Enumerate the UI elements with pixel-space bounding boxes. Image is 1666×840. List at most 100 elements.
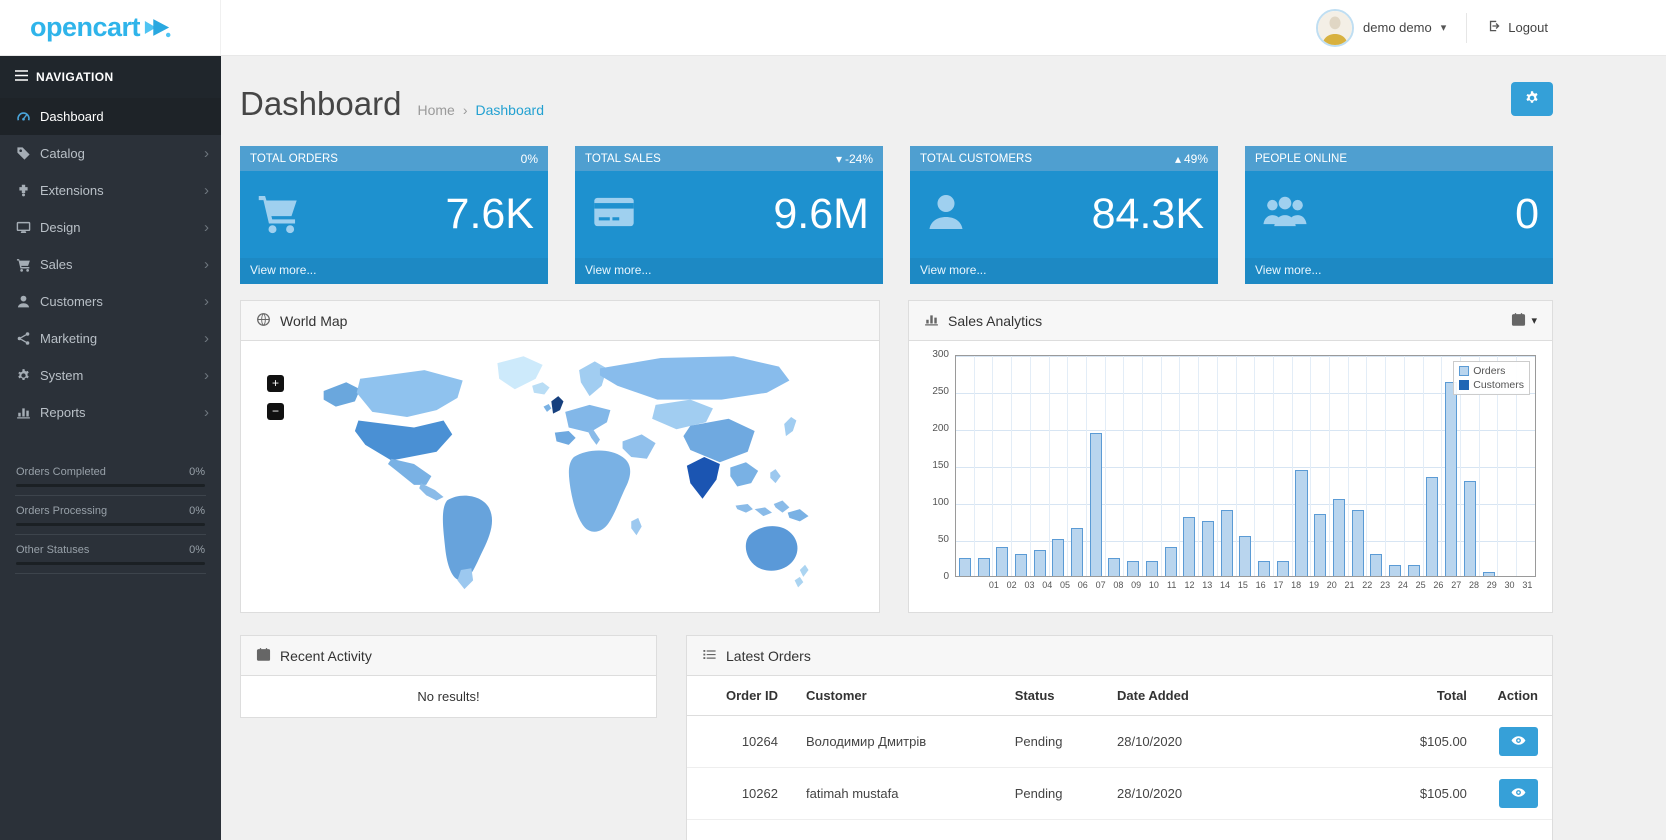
logo[interactable]: opencart	[0, 0, 221, 55]
view-more-link[interactable]: View more...	[910, 258, 1218, 284]
sidebar-item-design[interactable]: Design ›	[0, 209, 221, 246]
chart-day-slot	[1330, 356, 1349, 576]
calendar-icon	[256, 647, 271, 665]
sidebar-item-sales[interactable]: Sales ›	[0, 246, 221, 283]
list-icon	[702, 647, 717, 665]
sidebar-item-dashboard[interactable]: Dashboard	[0, 98, 221, 135]
chart-day-slot	[1162, 356, 1181, 576]
sidebar-item-label: Design	[40, 220, 80, 235]
x-tick-label: 19	[1305, 580, 1323, 590]
date-range-button[interactable]: ▾	[1511, 312, 1537, 330]
stat-label: Orders Processing	[16, 505, 107, 517]
shopping-cart-icon	[15, 257, 31, 272]
breadcrumb-home[interactable]: Home	[417, 102, 454, 118]
x-tick-label: 18	[1287, 580, 1305, 590]
tile-delta: 0%	[521, 152, 538, 166]
sidebar-item-label: Catalog	[40, 146, 85, 161]
x-tick-label: 24	[1394, 580, 1412, 590]
user-name: demo demo	[1363, 20, 1432, 35]
table-row: 10262 fatimah mustafa Pending 28/10/2020…	[687, 768, 1552, 820]
calendar-icon	[1511, 312, 1526, 330]
tile-people-online: PEOPLE ONLINE 0 View more...	[1245, 146, 1553, 284]
x-tick-label: 08	[1109, 580, 1127, 590]
bar-orders	[1389, 565, 1401, 576]
bar-orders	[1034, 550, 1046, 576]
zoom-out-button[interactable]: −	[267, 403, 284, 420]
logout-button[interactable]: Logout	[1487, 19, 1548, 36]
bar-orders	[1295, 470, 1307, 576]
chart-day-slot	[1255, 356, 1274, 576]
y-tick-label: 200	[925, 423, 949, 435]
view-order-button[interactable]	[1499, 779, 1538, 808]
chart-day-slot	[1106, 356, 1125, 576]
stat-label: Other Statuses	[16, 544, 89, 556]
panel-title: Latest Orders	[726, 648, 811, 664]
chart-day-slot	[1068, 356, 1087, 576]
user-menu[interactable]: demo demo ▾	[1316, 9, 1446, 47]
sidebar-item-marketing[interactable]: Marketing ›	[0, 320, 221, 357]
x-tick-label: 15	[1234, 580, 1252, 590]
x-tick-label: 16	[1252, 580, 1270, 590]
sidebar-item-label: Customers	[40, 294, 103, 309]
logout-label: Logout	[1508, 20, 1548, 35]
breadcrumb-current[interactable]: Dashboard	[475, 102, 544, 118]
bar-orders	[1370, 554, 1382, 576]
sidebar-item-customers[interactable]: Customers ›	[0, 283, 221, 320]
hamburger-icon[interactable]	[15, 70, 28, 84]
progress-track	[16, 562, 205, 565]
bar-orders	[1052, 539, 1064, 576]
bar-orders	[1426, 477, 1438, 576]
column-header-status: Status	[1001, 676, 1103, 716]
chart-day-slot	[993, 356, 1012, 576]
chart-day-slot	[1143, 356, 1162, 576]
bar-orders	[1333, 499, 1345, 576]
world-map[interactable]: + −	[241, 351, 879, 623]
settings-button[interactable]	[1511, 82, 1553, 116]
sidebar-item-label: Extensions	[40, 183, 104, 198]
x-tick-label: 11	[1163, 580, 1181, 590]
opencart-arrow-icon	[143, 17, 171, 43]
people-icon	[1259, 191, 1311, 238]
y-tick-label: 0	[925, 571, 949, 583]
chevron-right-icon: ›	[204, 145, 209, 162]
bar-orders	[1146, 561, 1158, 576]
sidebar-item-extensions[interactable]: Extensions ›	[0, 172, 221, 209]
sidebar-item-system[interactable]: System ›	[0, 357, 221, 394]
x-tick-label: 26	[1430, 580, 1448, 590]
monitor-icon	[15, 220, 31, 235]
person-icon	[924, 190, 968, 239]
divider	[1466, 13, 1467, 43]
x-tick-label: 30	[1501, 580, 1519, 590]
bar-orders	[1090, 433, 1102, 576]
sidebar-item-reports[interactable]: Reports ›	[0, 394, 221, 431]
gear-icon	[1524, 90, 1540, 109]
user-icon	[15, 294, 31, 309]
panel-title: Recent Activity	[280, 648, 372, 664]
bar-orders	[1445, 382, 1457, 576]
chevron-right-icon: ›	[204, 182, 209, 199]
chevron-right-icon: ›	[204, 367, 209, 384]
chart-day-slot	[1274, 356, 1293, 576]
panel-title: Sales Analytics	[948, 313, 1042, 329]
x-tick-label: 14	[1216, 580, 1234, 590]
view-more-link[interactable]: View more...	[240, 258, 548, 284]
chart-x-axis: 0102030405060708091011121314151617181920…	[985, 577, 1536, 590]
legend-item: Orders	[1459, 364, 1524, 378]
avatar	[1316, 9, 1354, 47]
chevron-right-icon: ›	[204, 330, 209, 347]
view-more-link[interactable]: View more...	[575, 258, 883, 284]
sidebar-item-label: Reports	[40, 405, 86, 420]
x-tick-label: 01	[985, 580, 1003, 590]
view-order-button[interactable]	[1499, 727, 1538, 756]
x-tick-label: 07	[1092, 580, 1110, 590]
sidebar-item-catalog[interactable]: Catalog ›	[0, 135, 221, 172]
tile-value: 9.6M	[639, 193, 869, 236]
view-more-link[interactable]: View more...	[1245, 258, 1553, 284]
x-tick-label: 21	[1341, 580, 1359, 590]
x-tick-label: 03	[1021, 580, 1039, 590]
column-header-action: Action	[1481, 676, 1552, 716]
zoom-in-button[interactable]: +	[267, 375, 284, 392]
chart-day-slot	[1199, 356, 1218, 576]
bar-orders	[1483, 572, 1495, 576]
sign-out-icon	[1487, 19, 1501, 36]
